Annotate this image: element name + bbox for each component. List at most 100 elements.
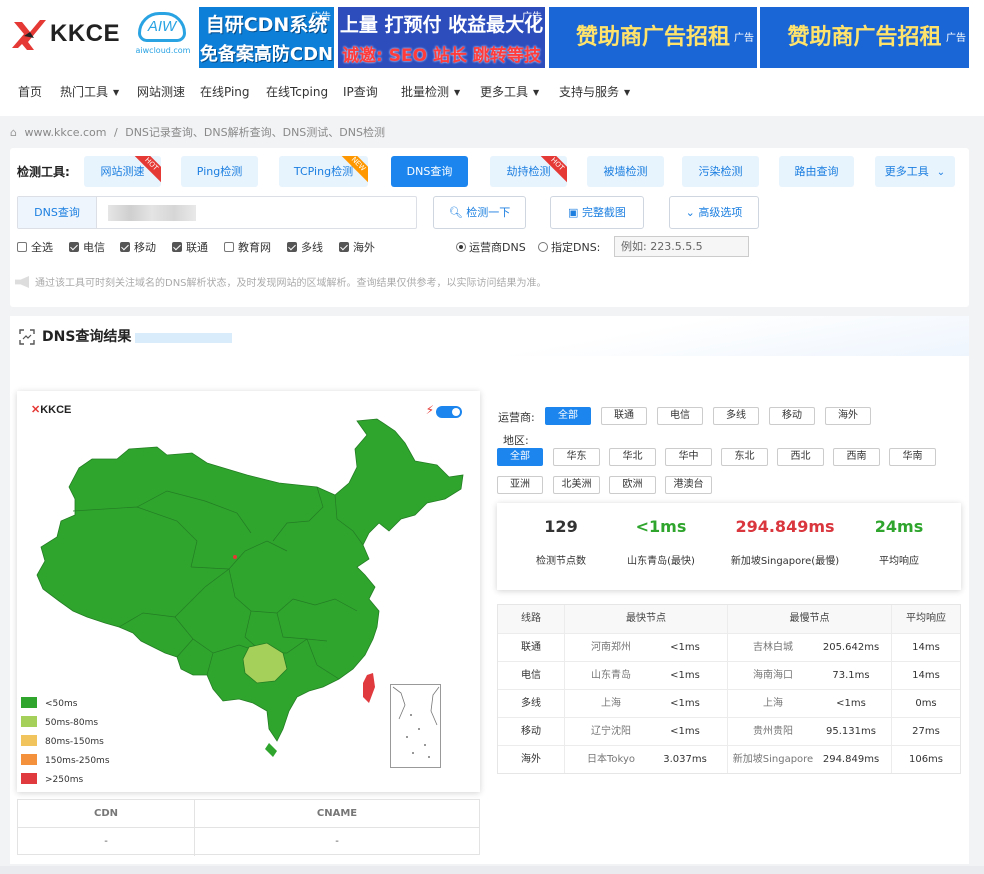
- filter-region-northeast[interactable]: 东北: [721, 448, 768, 466]
- tab-label: 网站测速: [100, 165, 145, 178]
- ad-banner-seo[interactable]: 广告 上量 打预付 收益最大化 诚邀: SEO 站长 跳转等技术合作: [338, 7, 545, 68]
- line-table: 线路 最快节点 最慢节点 平均响应 联通 河南郑州 <1ms 吉林白城 205.642m…: [497, 604, 961, 774]
- nav-label: 批量检测: [401, 85, 450, 99]
- tab-dns-query[interactable]: DNS查询: [391, 156, 468, 187]
- check-button[interactable]: 🔍︎ 检测一下: [433, 196, 526, 229]
- tab-ping[interactable]: Ping检测: [181, 156, 258, 187]
- table-cell-slow-node: 海南海口: [753, 670, 793, 681]
- nav-label: 支持与服务: [559, 85, 620, 99]
- nav-item-more-tools[interactable]: 更多工具 ▼: [480, 80, 539, 105]
- caret-down-icon: ▼: [454, 87, 461, 97]
- filter-region-southwest[interactable]: 西南: [833, 448, 880, 466]
- table-cell-fast-node: 辽宁沈阳: [591, 726, 631, 737]
- nav-label: 首页: [18, 85, 43, 99]
- tab-tcping[interactable]: TCPing检测 NEW: [279, 156, 368, 187]
- checkbox-telecom[interactable]: 电信: [69, 239, 105, 255]
- advanced-button-label: 高级选项: [698, 206, 743, 219]
- checkbox-select-all[interactable]: 全选: [17, 239, 53, 255]
- nav-item-tcping[interactable]: 在线Tcping: [266, 80, 328, 104]
- table-header: 最快节点: [565, 605, 727, 633]
- filter-operator-all[interactable]: 全部: [545, 407, 591, 425]
- legend-swatch: [21, 697, 37, 708]
- table-cell-avg: 27ms: [912, 726, 940, 737]
- radio-custom-dns[interactable]: 指定DNS:: [538, 239, 600, 255]
- nav-label: IP查询: [343, 85, 378, 99]
- filter-region-east[interactable]: 华东: [553, 448, 600, 466]
- map-capital-marker: [233, 555, 237, 559]
- filter-region-all[interactable]: 全部: [497, 448, 543, 466]
- ad-tag: 广告: [734, 33, 754, 44]
- nav-item-hot-tools[interactable]: 热门工具 ▼: [60, 80, 119, 105]
- radio-operator-dns[interactable]: 运营商DNS: [456, 239, 526, 255]
- checkbox-mobile[interactable]: 移动: [120, 239, 156, 255]
- tab-more-tools[interactable]: 更多工具 ⌄: [875, 156, 955, 187]
- filter-operator-telecom[interactable]: 电信: [657, 407, 703, 425]
- stat-slowest-label: 新加坡Singapore(最慢): [730, 556, 840, 567]
- nav-item-ip-query[interactable]: IP查询: [343, 80, 378, 104]
- filter-region-northwest[interactable]: 西北: [777, 448, 824, 466]
- nav-item-support[interactable]: 支持与服务 ▼: [559, 80, 630, 105]
- filter-operator-multiline[interactable]: 多线: [713, 407, 759, 425]
- result-domain: [135, 333, 232, 343]
- speaker-icon: [15, 276, 29, 288]
- checkbox-overseas[interactable]: 海外: [339, 239, 375, 255]
- filter-region-asia[interactable]: 亚洲: [497, 476, 543, 494]
- filter-operator-mobile[interactable]: 移动: [769, 407, 815, 425]
- filter-region-hk-mo-tw[interactable]: 港澳台: [665, 476, 712, 494]
- filter-region-north-america[interactable]: 北美洲: [553, 476, 600, 494]
- ad-banner-cdn[interactable]: 广告 自研CDN系统 免备案高防CDN: [199, 7, 334, 68]
- checkbox-unicom[interactable]: 联通: [172, 239, 208, 255]
- stat-node-count-label: 检测节点数: [536, 556, 586, 567]
- operator-filter-label: 运营商:: [498, 411, 535, 424]
- checkbox-icon: [17, 242, 27, 252]
- radio-icon: [538, 242, 548, 252]
- checkbox-checked-icon: [287, 242, 297, 252]
- filter-region-south[interactable]: 华南: [889, 448, 936, 466]
- notice-message: 通过该工具可时刻关注域名的DNS解析状态，及时发现网站的区域解析。查询结果仅供参…: [35, 278, 547, 289]
- filter-region-europe[interactable]: 欧洲: [609, 476, 656, 494]
- tab-hijack-check[interactable]: 劫持检测 HOT: [490, 156, 567, 187]
- breadcrumb-site[interactable]: www.kkce.com: [24, 126, 106, 139]
- cname-value: -: [335, 836, 339, 847]
- column-divider: [564, 605, 565, 773]
- result-title: DNS查询结果: [42, 329, 132, 345]
- tab-pollution-check[interactable]: 污染检测: [682, 156, 759, 187]
- nav-item-speed-test[interactable]: 网站测速: [137, 80, 185, 104]
- tab-label: DNS查询: [406, 165, 453, 178]
- legend-swatch: [21, 735, 37, 746]
- stat-fastest-label: 山东青岛(最快): [627, 556, 695, 567]
- site-header: KKCE AIW aiwcloud.com 广告 自研CDN系统 免备案高防CD…: [0, 0, 984, 116]
- logo-text: KKCE: [50, 20, 121, 47]
- tab-wall-check[interactable]: 被墙检测: [587, 156, 664, 187]
- domain-input[interactable]: [108, 205, 196, 221]
- stat-node-count: 129: [544, 517, 578, 536]
- screenshot-button[interactable]: ▣ 完整截图: [550, 196, 644, 229]
- tab-speed-test[interactable]: 网站测速 HOT: [84, 156, 161, 187]
- stat-fastest: <1ms: [635, 517, 687, 536]
- tab-route-query[interactable]: 路由查询: [779, 156, 854, 187]
- checkbox-label: 电信: [83, 241, 105, 254]
- ad-banner-sponsor[interactable]: 广告 赞助商广告招租: [549, 7, 757, 68]
- advanced-options-button[interactable]: ⌄ 高级选项: [669, 196, 759, 229]
- home-icon[interactable]: ⌂: [10, 126, 17, 139]
- aiw-logo[interactable]: AIW aiwcloud.com: [132, 10, 194, 60]
- latency-map-card: ✕KKCE ⚡︎ <50ms 50ms-80ms 80ms-150ms 150m…: [17, 391, 480, 792]
- ad-banner-sponsor[interactable]: 广告 赞助商广告招租: [760, 7, 969, 68]
- checkbox-multiline[interactable]: 多线: [287, 239, 323, 255]
- nav-item-home[interactable]: 首页: [18, 80, 42, 104]
- site-logo[interactable]: KKCE: [10, 14, 122, 54]
- nav-item-batch[interactable]: 批量检测 ▼: [401, 80, 460, 105]
- column-divider: [891, 605, 892, 773]
- table-cell-line: 电信: [521, 670, 541, 681]
- radio-label: 指定DNS:: [551, 241, 601, 254]
- south-china-sea-inset: [390, 684, 441, 768]
- checkbox-edu[interactable]: 教育网: [224, 239, 271, 255]
- filter-region-north[interactable]: 华北: [609, 448, 656, 466]
- custom-dns-input[interactable]: 例如: 223.5.5.5: [614, 236, 749, 257]
- nav-label: 更多工具: [480, 85, 529, 99]
- filter-operator-unicom[interactable]: 联通: [601, 407, 647, 425]
- filter-region-central[interactable]: 华中: [665, 448, 712, 466]
- filter-operator-overseas[interactable]: 海外: [825, 407, 871, 425]
- nav-item-ping[interactable]: 在线Ping: [200, 80, 250, 104]
- aiw-cloud-icon: AIW: [138, 12, 186, 42]
